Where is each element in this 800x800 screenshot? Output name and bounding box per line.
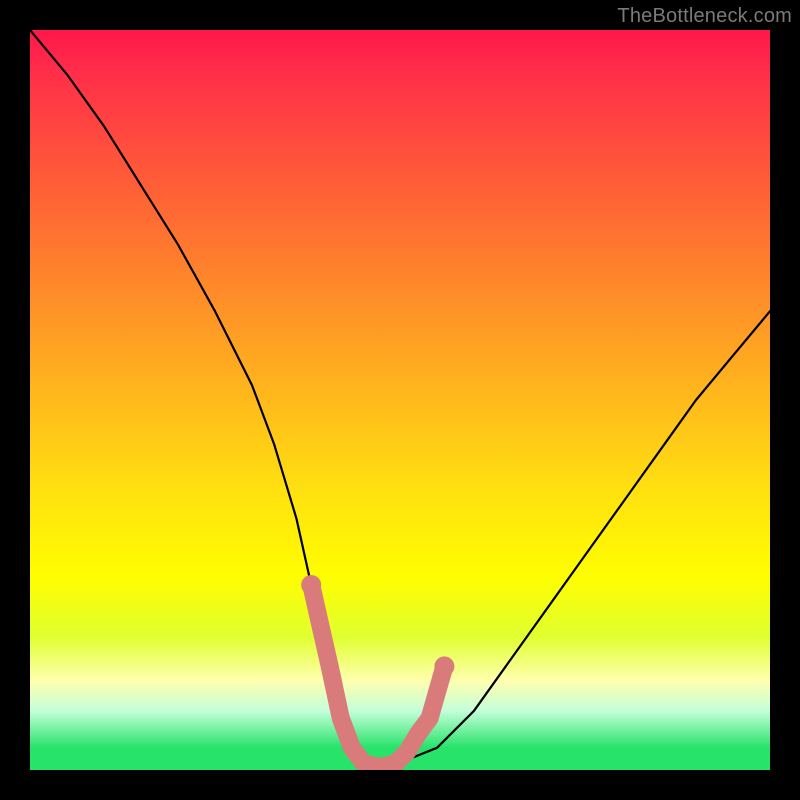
chart-frame: TheBottleneck.com [0,0,800,800]
watermark-text: TheBottleneck.com [617,5,792,28]
plot-area [30,30,770,770]
highlight-markers [30,30,770,770]
